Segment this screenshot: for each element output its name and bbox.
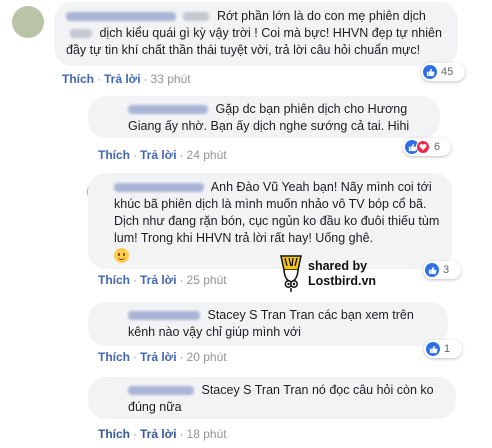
comment-actions: Thích · Trả lời · 18 phút <box>98 427 227 441</box>
sad-smile-emoji-icon <box>114 248 129 264</box>
lostbird-logo-icon <box>280 255 302 292</box>
comment-actions: Thích · Trả lời · 25 phút <box>98 273 227 287</box>
commenter-name-redacted[interactable] <box>128 386 194 396</box>
reaction-summary[interactable]: 6 <box>403 138 451 156</box>
reaction-count: 1 <box>444 343 451 355</box>
comment-text-cont: dịch kiểu quái gì kỳ vậy trời ! Coi mà b… <box>66 26 442 57</box>
avatar[interactable] <box>12 6 44 38</box>
heart-icon <box>416 140 430 154</box>
watermark: shared by Lostbird.vn <box>279 254 376 294</box>
watermark-line1: shared by <box>308 259 368 273</box>
reply-link[interactable]: Trả lời <box>140 148 177 162</box>
timestamp[interactable]: 20 phút <box>187 350 227 364</box>
commenter-name-redacted[interactable] <box>114 183 204 193</box>
comment-text: Rớt phần lớn là do con mẹ phiên dịch <box>216 9 426 23</box>
reaction-summary[interactable]: 1 <box>424 340 462 358</box>
commenter-name-redacted[interactable] <box>128 105 208 115</box>
comment-bubble: Stacey S Tran Tran nó đọc câu hỏi còn ko… <box>88 377 456 419</box>
comment-bubble: Rớt phần lớn là do con mẹ phiên dịch dịc… <box>54 2 458 66</box>
comment-bubble: Anh Đào Vũ Yeah bạn! Nãy mình coi tới kh… <box>88 173 452 269</box>
watermark-line2: Lostbird.vn <box>308 274 377 288</box>
comment-actions: Thích · Trả lời · 20 phút <box>98 350 227 364</box>
commenter-name-redacted[interactable] <box>66 12 176 22</box>
like-icon <box>425 263 439 277</box>
timestamp[interactable]: 18 phút <box>187 427 227 441</box>
like-link[interactable]: Thích <box>98 273 130 287</box>
comment-actions: Thích · Trả lời · 33 phút <box>62 72 191 86</box>
reply-link[interactable]: Trả lời <box>104 72 141 86</box>
reply-link[interactable]: Trả lời <box>140 427 177 441</box>
like-link[interactable]: Thích <box>98 427 130 441</box>
reaction-count: 45 <box>441 66 454 78</box>
reaction-summary[interactable]: 3 <box>423 261 461 279</box>
timestamp[interactable]: 24 phút <box>187 148 227 162</box>
redacted-text <box>183 12 210 22</box>
comment-actions: Thích · Trả lời · 24 phút <box>98 148 227 162</box>
reaction-count: 6 <box>434 141 441 153</box>
like-link[interactable]: Thích <box>62 72 94 86</box>
comment-bubble: Gặp dc bạn phiên dịch cho Hương Giang ấy… <box>88 96 440 138</box>
reaction-count: 3 <box>443 264 450 276</box>
reply-link[interactable]: Trả lời <box>140 350 177 364</box>
timestamp[interactable]: 25 phút <box>187 273 227 287</box>
timestamp[interactable]: 33 phút <box>151 72 191 86</box>
commenter-name-redacted[interactable] <box>128 311 200 321</box>
like-link[interactable]: Thích <box>98 350 130 364</box>
reaction-summary[interactable]: 45 <box>421 63 465 81</box>
like-icon <box>423 65 437 79</box>
like-link[interactable]: Thích <box>98 148 130 162</box>
comment-bubble: Stacey S Tran Tran các bạn xem trên kênh… <box>88 302 448 346</box>
reply-link[interactable]: Trả lời <box>140 273 177 287</box>
like-icon <box>426 342 440 356</box>
redacted-text <box>70 29 92 39</box>
